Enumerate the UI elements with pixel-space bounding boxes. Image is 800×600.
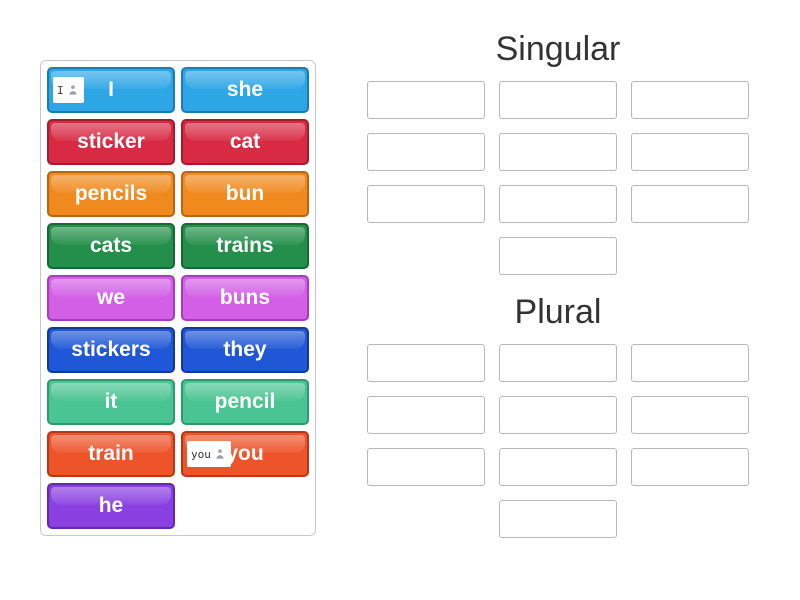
tile-label: bun [226,182,264,206]
drop-slot[interactable] [499,185,617,223]
tile-badge-text: I [57,85,64,96]
tile-she[interactable]: she [181,67,309,113]
tile-cats[interactable]: cats [47,223,175,269]
drop-slot[interactable] [499,396,617,434]
drop-slot[interactable] [631,448,749,486]
group-plural: Plural [356,293,760,538]
tile-label: cats [90,234,132,258]
tile-sticker[interactable]: sticker [47,119,175,165]
tile-badge: I [53,77,84,103]
drop-targets: Singular Plural [356,30,760,538]
tile-label: it [105,390,118,414]
tile-he[interactable]: he [47,483,175,529]
drop-slot[interactable] [631,81,749,119]
tile-badge: you [187,441,231,467]
tile-label: pencils [75,182,147,206]
slot-grid [358,81,758,275]
tile-cat[interactable]: cat [181,119,309,165]
tile-pencil[interactable]: pencil [181,379,309,425]
tile-label: cat [230,130,260,154]
tile-label: sticker [77,130,145,154]
tile-label: she [227,78,263,102]
drop-slot[interactable] [499,500,617,538]
group-title: Plural [356,293,760,332]
drop-slot[interactable] [631,344,749,382]
tile-train[interactable]: train [47,431,175,477]
drop-slot[interactable] [631,185,749,223]
drop-slot[interactable] [367,396,485,434]
tile-bun[interactable]: bun [181,171,309,217]
tile-badge-text: you [191,449,211,460]
tile-label: we [97,286,125,310]
tile-i[interactable]: II [47,67,175,113]
person-icon [66,83,80,97]
drop-slot[interactable] [499,133,617,171]
word-palette: IIshestickercatpencilsbuncatstrainswebun… [40,60,316,536]
tile-label: he [99,494,124,518]
drop-slot[interactable] [367,81,485,119]
drop-slot[interactable] [631,133,749,171]
tile-label: I [108,78,114,102]
drop-slot[interactable] [631,396,749,434]
tile-we[interactable]: we [47,275,175,321]
tile-pencils[interactable]: pencils [47,171,175,217]
tile-buns[interactable]: buns [181,275,309,321]
drop-slot[interactable] [499,81,617,119]
group-singular: Singular [356,30,760,275]
person-icon [213,447,227,461]
tile-label: train [88,442,134,466]
slot-grid [358,344,758,538]
drop-slot[interactable] [367,344,485,382]
drop-slot[interactable] [367,448,485,486]
tile-label: buns [220,286,270,310]
drop-slot[interactable] [367,133,485,171]
tile-label: stickers [71,338,150,362]
drop-slot[interactable] [499,448,617,486]
group-title: Singular [356,30,760,69]
tile-trains[interactable]: trains [181,223,309,269]
drop-slot[interactable] [499,237,617,275]
tile-it[interactable]: it [47,379,175,425]
drop-slot[interactable] [367,185,485,223]
tile-label: you [226,442,263,466]
drop-slot[interactable] [499,344,617,382]
tile-label: they [223,338,266,362]
tile-label: trains [216,234,273,258]
tile-stickers[interactable]: stickers [47,327,175,373]
tile-you[interactable]: you you [181,431,309,477]
tile-they[interactable]: they [181,327,309,373]
tile-label: pencil [215,390,276,414]
